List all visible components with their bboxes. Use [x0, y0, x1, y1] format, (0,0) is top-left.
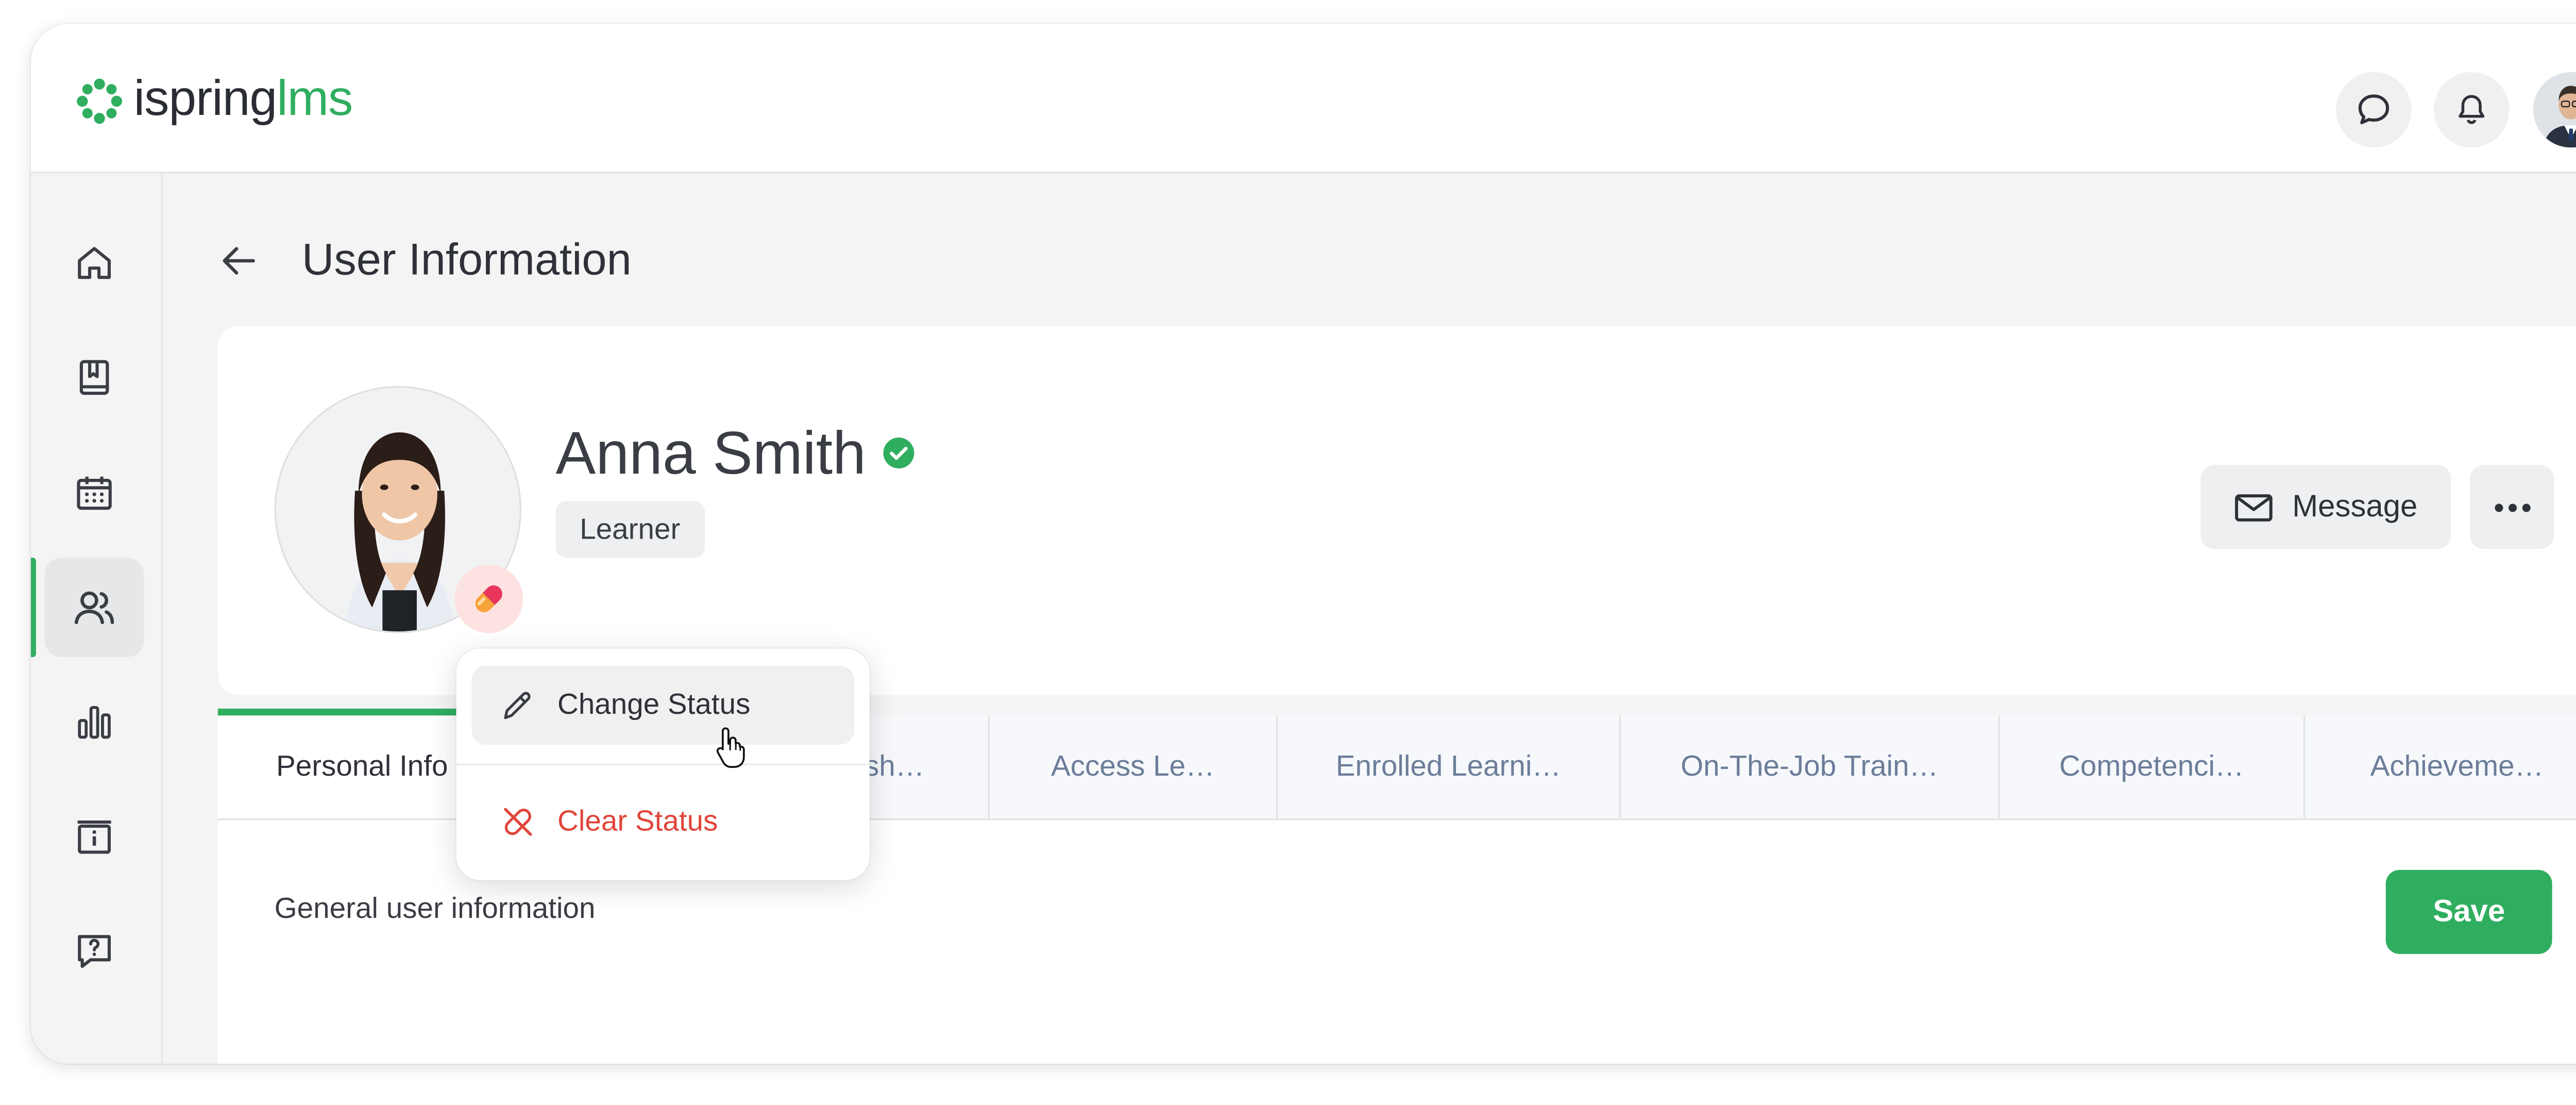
sidebar-item-help[interactable] — [45, 901, 144, 1000]
chat-button[interactable] — [2336, 72, 2412, 148]
arrow-left-icon — [223, 246, 255, 274]
page-header: User Information — [216, 233, 632, 287]
logo-text: ispringlms — [133, 72, 353, 127]
sidebar-active-indicator — [30, 557, 36, 658]
change-status-menu-item[interactable]: Change Status — [471, 665, 854, 745]
sidebar-item-users[interactable] — [44, 557, 144, 658]
sidebar-item-info[interactable] — [45, 788, 144, 887]
sidebar-item-calendar[interactable] — [45, 443, 144, 542]
app-window: ispringlms User Information Anna Smith L… — [30, 24, 2576, 1064]
notifications-button[interactable] — [2433, 72, 2510, 148]
sidebar-item-reports[interactable] — [45, 673, 144, 772]
active-tab-indicator — [217, 708, 456, 716]
calendar-icon — [77, 476, 112, 510]
current-user-avatar[interactable] — [2533, 72, 2576, 148]
users-icon — [74, 591, 114, 624]
bar-chart-icon — [78, 706, 111, 739]
book-icon — [79, 360, 109, 395]
more-horizontal-icon — [2494, 503, 2530, 511]
change-status-label: Change Status — [557, 688, 751, 721]
sidebar-item-catalog[interactable] — [45, 328, 144, 427]
verified-check-icon — [883, 437, 914, 468]
pencil-icon — [504, 692, 531, 719]
section-label: General user information — [274, 892, 596, 925]
status-badge[interactable] — [454, 564, 523, 633]
chat-bubble-icon — [2358, 94, 2389, 125]
profile-card: Anna Smith Learner Message — [217, 326, 2576, 695]
sidebar — [30, 173, 163, 1064]
user-name: Anna Smith — [555, 420, 866, 488]
help-chat-icon — [78, 935, 111, 968]
pill-status-icon — [475, 585, 502, 612]
tab-enrolled-learning[interactable]: Enrolled Learni… — [1276, 715, 1619, 818]
logo-icon — [77, 77, 123, 123]
hand-cursor-icon — [716, 727, 745, 768]
message-button[interactable]: Message — [2200, 465, 2451, 549]
role-badge: Learner — [555, 501, 704, 558]
status-menu: Change Status Clear Status — [456, 648, 870, 880]
tab-achievements[interactable]: Achieveme… — [2303, 715, 2576, 818]
sidebar-item-home[interactable] — [45, 213, 144, 312]
info-box-icon — [77, 820, 111, 854]
envelope-icon — [2235, 493, 2274, 521]
top-bar: ispringlms — [30, 24, 2576, 174]
tab-competencies[interactable]: Competenci… — [1998, 715, 2303, 818]
more-options-button[interactable] — [2469, 465, 2554, 549]
save-button[interactable]: Save — [2385, 869, 2552, 954]
message-button-label: Message — [2292, 489, 2418, 524]
logo[interactable]: ispringlms — [75, 72, 353, 127]
home-icon — [78, 247, 111, 279]
clear-status-menu-item[interactable]: Clear Status — [472, 782, 854, 861]
back-button[interactable] — [216, 238, 261, 282]
bell-icon — [2459, 95, 2485, 124]
tab-on-the-job-training[interactable]: On-The-Job Train… — [1619, 715, 1998, 818]
page-title: User Information — [301, 233, 632, 285]
clear-status-label: Clear Status — [557, 805, 718, 838]
user-photo — [2533, 72, 2576, 148]
menu-divider — [456, 763, 870, 765]
tab-access-level[interactable]: Access Le… — [988, 715, 1276, 818]
pill-off-icon — [504, 808, 532, 836]
